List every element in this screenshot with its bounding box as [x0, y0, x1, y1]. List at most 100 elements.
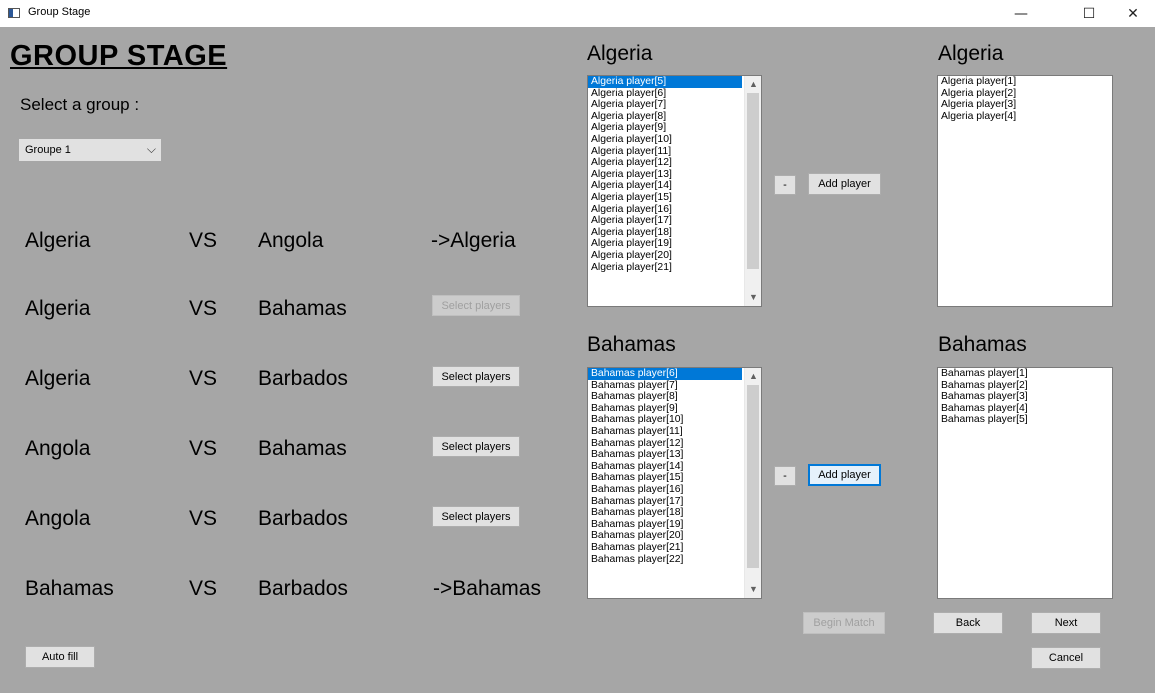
select-players-button[interactable]: Select players: [432, 295, 520, 316]
team2-selected-items: Bahamas player[1] Bahamas player[2] Bahama…: [938, 368, 1112, 426]
player-list-item[interactable]: Bahamas player[5]: [938, 414, 1112, 426]
player-list-item[interactable]: Algeria player[17]: [588, 215, 761, 227]
match-vs: VS: [189, 507, 218, 530]
scroll-thumb[interactable]: [747, 385, 759, 568]
select-group-label: Select a group :: [20, 95, 140, 114]
team1-remove-player-button[interactable]: -: [774, 175, 796, 195]
player-list-item[interactable]: Bahamas player[15]: [588, 472, 761, 484]
player-list-item[interactable]: Bahamas player[20]: [588, 530, 761, 542]
match-result: ->Bahamas: [433, 577, 541, 600]
player-list-item[interactable]: Algeria player[18]: [588, 227, 761, 239]
player-list-item[interactable]: Algeria player[9]: [588, 122, 761, 134]
team2-selected-list[interactable]: Bahamas player[1] Bahamas player[2] Bahama…: [937, 367, 1113, 599]
close-button[interactable]: ✕: [1111, 0, 1155, 27]
next-button[interactable]: Next: [1031, 612, 1101, 634]
team1-add-player-button[interactable]: Add player: [808, 173, 881, 195]
player-list-item[interactable]: Algeria player[7]: [588, 99, 761, 111]
back-button[interactable]: Back: [933, 612, 1003, 634]
player-list-item[interactable]: Bahamas player[18]: [588, 507, 761, 519]
match-vs: VS: [189, 367, 218, 390]
team2-add-player-button[interactable]: Add player: [808, 464, 881, 486]
player-list-item[interactable]: Bahamas player[1]: [938, 368, 1112, 380]
player-list-item[interactable]: Algeria player[6]: [588, 88, 761, 100]
select-players-button[interactable]: Select players: [432, 506, 520, 527]
player-list-item[interactable]: Bahamas player[10]: [588, 414, 761, 426]
player-list-item[interactable]: Bahamas player[3]: [938, 391, 1112, 403]
player-list-item[interactable]: Algeria player[10]: [588, 134, 761, 146]
match-team1: Algeria: [25, 367, 91, 390]
player-list-item[interactable]: Bahamas player[16]: [588, 484, 761, 496]
app-window: Group Stage — ☐ ✕ GROUP STAGE Select a g…: [0, 0, 1155, 693]
scroll-up-icon[interactable]: ▲: [745, 368, 761, 385]
match-team2: Angola: [258, 229, 324, 252]
team2-remove-player-button[interactable]: -: [774, 466, 796, 486]
scroll-up-icon[interactable]: ▲: [745, 76, 761, 93]
player-list-item[interactable]: Bahamas player[12]: [588, 438, 761, 450]
select-players-button[interactable]: Select players: [432, 366, 520, 387]
player-list-item[interactable]: Bahamas player[14]: [588, 461, 761, 473]
maximize-button[interactable]: ☐: [1067, 0, 1111, 27]
group-select-value: Groupe 1: [25, 144, 71, 156]
player-list-item[interactable]: Algeria player[19]: [588, 238, 761, 250]
match-team2: Bahamas: [258, 437, 347, 460]
team2-selected-title: Bahamas: [938, 333, 1027, 356]
group-select[interactable]: Groupe 1 ⌵: [19, 139, 161, 161]
player-list-item[interactable]: Bahamas player[11]: [588, 426, 761, 438]
player-list-item[interactable]: Algeria player[14]: [588, 180, 761, 192]
window-title: Group Stage: [28, 6, 91, 18]
match-team1: Angola: [25, 507, 91, 530]
scroll-down-icon[interactable]: ▼: [745, 289, 761, 306]
player-list-item[interactable]: Algeria player[5]: [588, 76, 742, 88]
auto-fill-button[interactable]: Auto fill: [25, 646, 95, 668]
team1-selected-items: Algeria player[1] Algeria player[2] Algeri…: [938, 76, 1112, 122]
team2-available-title: Bahamas: [587, 333, 676, 356]
minimize-button[interactable]: —: [999, 0, 1043, 27]
player-list-item[interactable]: Algeria player[2]: [938, 88, 1112, 100]
player-list-item[interactable]: Algeria player[8]: [588, 111, 761, 123]
match-team2: Barbados: [258, 507, 348, 530]
match-result: ->Algeria: [431, 229, 516, 252]
player-list-item[interactable]: Bahamas player[7]: [588, 380, 761, 392]
player-list-item[interactable]: Bahamas player[21]: [588, 542, 761, 554]
match-team1: Angola: [25, 437, 91, 460]
match-team1: Algeria: [25, 297, 91, 320]
player-list-item[interactable]: Bahamas player[4]: [938, 403, 1112, 415]
player-list-item[interactable]: Bahamas player[8]: [588, 391, 761, 403]
player-list-item[interactable]: Algeria player[21]: [588, 262, 761, 274]
match-vs: VS: [189, 297, 218, 320]
team2-available-items: Bahamas player[6] Bahamas player[7] Bahama…: [588, 368, 761, 565]
select-players-button[interactable]: Select players: [432, 436, 520, 457]
match-team2: Barbados: [258, 367, 348, 390]
match-vs: VS: [189, 437, 218, 460]
match-team1: Bahamas: [25, 577, 114, 600]
player-list-item[interactable]: Bahamas player[9]: [588, 403, 761, 415]
match-vs: VS: [189, 577, 218, 600]
match-team2: Barbados: [258, 577, 348, 600]
team2-available-scrollbar[interactable]: ▲ ▼: [744, 368, 761, 598]
match-team1: Algeria: [25, 229, 91, 252]
player-list-item[interactable]: Bahamas player[2]: [938, 380, 1112, 392]
team2-available-list[interactable]: Bahamas player[6] Bahamas player[7] Bahama…: [587, 367, 762, 599]
player-list-item[interactable]: Algeria player[20]: [588, 250, 761, 262]
player-list-item[interactable]: Algeria player[13]: [588, 169, 761, 181]
team1-available-list[interactable]: Algeria player[5] Algeria player[6] Algeri…: [587, 75, 762, 307]
player-list-item[interactable]: Algeria player[15]: [588, 192, 761, 204]
player-list-item[interactable]: Bahamas player[17]: [588, 496, 761, 508]
player-list-item[interactable]: Algeria player[12]: [588, 157, 761, 169]
team1-selected-list[interactable]: Algeria player[1] Algeria player[2] Algeri…: [937, 75, 1113, 307]
match-vs: VS: [189, 229, 218, 252]
player-list-item[interactable]: Bahamas player[22]: [588, 554, 761, 566]
scroll-thumb[interactable]: [747, 93, 759, 269]
player-list-item[interactable]: Algeria player[4]: [938, 111, 1112, 123]
scroll-down-icon[interactable]: ▼: [745, 581, 761, 598]
player-list-item[interactable]: Algeria player[3]: [938, 99, 1112, 111]
player-list-item[interactable]: Algeria player[16]: [588, 204, 761, 216]
player-list-item[interactable]: Bahamas player[6]: [588, 368, 742, 380]
begin-match-button[interactable]: Begin Match: [803, 612, 885, 634]
player-list-item[interactable]: Bahamas player[13]: [588, 449, 761, 461]
player-list-item[interactable]: Bahamas player[19]: [588, 519, 761, 531]
player-list-item[interactable]: Algeria player[11]: [588, 146, 761, 158]
team1-available-scrollbar[interactable]: ▲ ▼: [744, 76, 761, 306]
cancel-button[interactable]: Cancel: [1031, 647, 1101, 669]
player-list-item[interactable]: Algeria player[1]: [938, 76, 1112, 88]
